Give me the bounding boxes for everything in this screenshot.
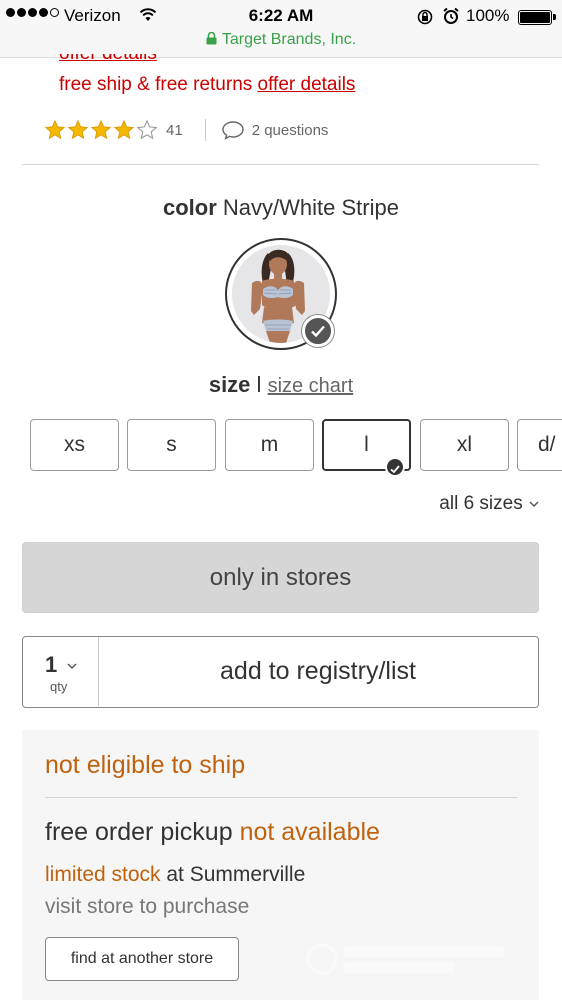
battery-percent: 100% (466, 6, 510, 25)
watermark-logo (306, 943, 504, 975)
stock-level: limited stock (45, 863, 161, 886)
star-filled-icon (44, 119, 66, 140)
chevron-down-icon (529, 501, 539, 507)
questions-link[interactable]: 2 questions (221, 120, 329, 140)
lock-icon (206, 32, 217, 45)
ship-status: not eligible to ship (45, 751, 246, 779)
qty-label: qty (50, 679, 68, 694)
stock-location: at Summerville (166, 863, 306, 886)
section-divider (22, 164, 539, 165)
add-to-registry-button[interactable]: add to registry/list (99, 637, 537, 706)
color-value: Navy/White Stripe (222, 195, 399, 220)
ios-status-bar: Verizon 6:22 AM 100% Target Brands, Inc. (0, 0, 562, 58)
orientation-lock-icon (417, 9, 433, 25)
alarm-icon (443, 7, 459, 24)
all-sizes-dropdown[interactable]: all 6 sizes (439, 493, 540, 515)
star-empty-icon (136, 119, 158, 140)
fulfillment-panel: not eligible to ship free order pickup n… (22, 730, 539, 1000)
battery-icon (518, 10, 556, 25)
rating-divider (204, 119, 206, 141)
checkmark-icon (302, 315, 334, 347)
color-swatch-selected[interactable] (225, 238, 337, 350)
size-option-partial[interactable]: d/ (517, 419, 562, 471)
size-option-l-selected[interactable]: l (322, 419, 411, 477)
find-another-store-button[interactable]: find at another store (45, 937, 239, 981)
pickup-label: free order pickup (45, 818, 233, 846)
size-option-s[interactable]: s (127, 419, 216, 471)
only-in-stores-button[interactable]: only in stores (22, 542, 539, 613)
qty-dropdown[interactable]: 1 qty (23, 637, 99, 706)
size-chart-link[interactable]: size chart (268, 375, 354, 397)
shipping-promo-text: free ship & free returns (59, 74, 253, 95)
star-filled-icon (90, 119, 112, 140)
size-option-m[interactable]: m (225, 419, 314, 471)
star-rating[interactable] (44, 119, 158, 141)
size-option-xl[interactable]: xl (420, 419, 509, 471)
star-filled-icon (67, 119, 89, 140)
color-label: color (163, 195, 217, 220)
size-separator: l (256, 372, 262, 397)
registry-row: 1 qty add to registry/list (22, 636, 539, 708)
shipping-promo: free ship & free returns offer details (59, 74, 355, 96)
panel-divider (45, 797, 517, 798)
offer-details-link-partial[interactable]: offer details (59, 54, 157, 65)
qty-value: 1 (45, 652, 58, 677)
speech-bubble-icon (221, 121, 244, 140)
checkmark-icon (385, 457, 405, 477)
offer-details-link[interactable]: offer details (258, 74, 356, 95)
visit-store-text: visit store to purchase (45, 895, 250, 918)
rating-row: 41 2 questions (44, 118, 328, 142)
size-option-xs[interactable]: xs (30, 419, 119, 471)
site-name: Target Brands, Inc. (221, 31, 357, 48)
star-filled-icon (113, 119, 135, 140)
size-label: size (208, 372, 251, 397)
pickup-availability: not available (239, 818, 380, 846)
pickup-status: free order pickup not available (45, 818, 380, 847)
review-count[interactable]: 41 (166, 122, 183, 139)
stock-status: limited stock at Summerville (45, 863, 305, 887)
questions-count: 2 questions (251, 121, 329, 139)
size-selector-label: size l size chart (0, 372, 562, 398)
address-bar[interactable]: Target Brands, Inc. (0, 31, 562, 49)
chevron-down-icon (67, 663, 77, 669)
color-selector-label: color Navy/White Stripe (0, 195, 562, 221)
